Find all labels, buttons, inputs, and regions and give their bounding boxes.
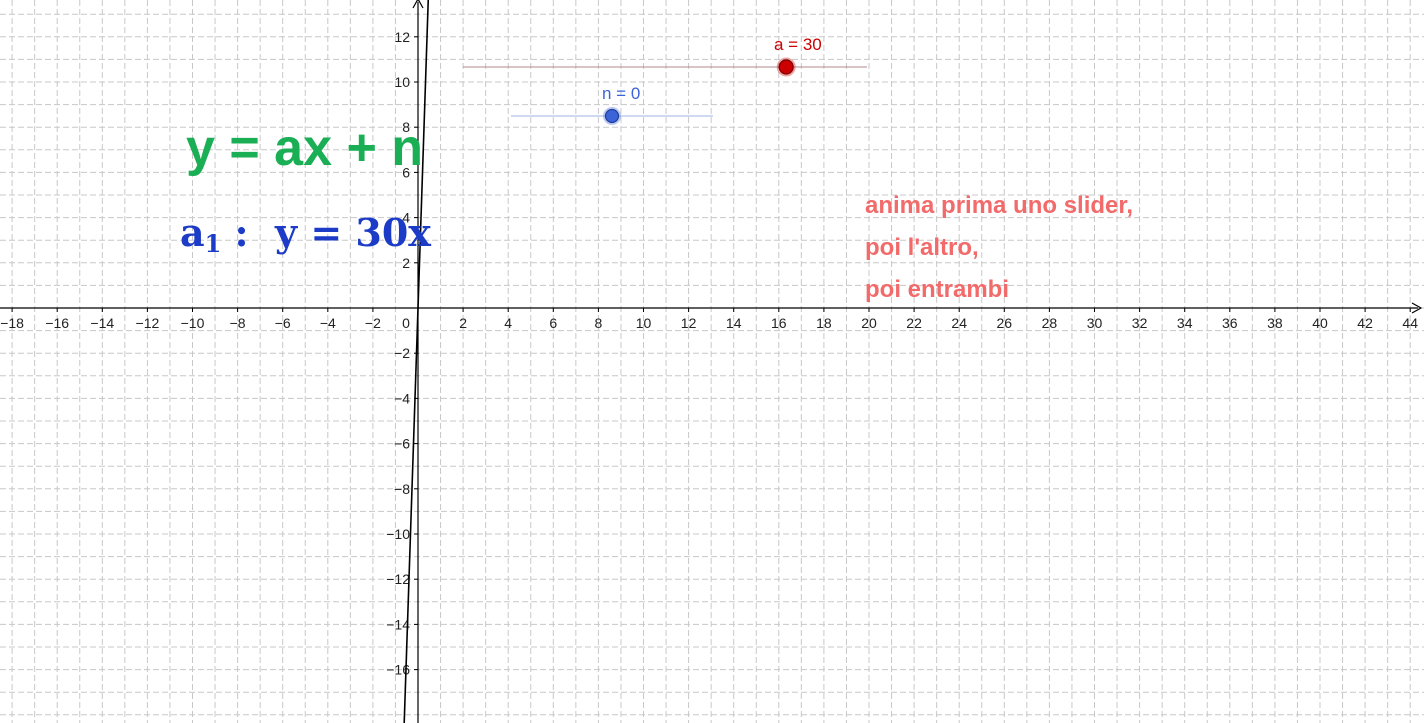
slider-n[interactable] [511,107,713,125]
x-tick-label: 14 [726,315,742,331]
x-tick-label: 26 [997,315,1013,331]
y-tick-label: −8 [394,481,410,497]
x-tick-label: 12 [681,315,697,331]
x-tick-labels: −18 −16 −14 −12 −10 −8 −6 −4 −2 0 2 4 6 8 10 12 14 16 18 20… [0,308,1418,331]
x-tick-label: 22 [906,315,922,331]
function-expression: y = 30x [275,210,431,255]
x-tick-label: 24 [951,315,967,331]
function-name-subscript: 1 [204,229,222,258]
equation-title: y = ax + n [186,119,424,177]
x-tick-label: 36 [1222,315,1238,331]
x-tick-label: 30 [1087,315,1103,331]
y-tick-label: −4 [394,390,410,406]
x-tick-label: −16 [45,315,69,331]
function-separator: : [221,210,276,255]
x-tick-label: −12 [136,315,160,331]
x-tick-label: 18 [816,315,832,331]
x-tick-label: −6 [275,315,291,331]
function-definition: a1 : y = 30x [180,210,431,267]
x-tick-label: 34 [1177,315,1193,331]
x-tick-label: −18 [0,315,24,331]
x-tick-label: −10 [181,315,205,331]
x-tick-label: 42 [1357,315,1373,331]
graphics-view[interactable]: −18 −16 −14 −12 −10 −8 −6 −4 −2 0 2 4 6 8 10 12 14 16 18 20… [0,0,1424,723]
x-tick-label: 6 [549,315,557,331]
slider-n-knob[interactable] [604,108,620,124]
x-tick-label: 44 [1402,315,1418,331]
x-tick-label: 10 [636,315,652,331]
instruction-line-3: poi entrambi [865,276,1010,303]
y-tick-label: −2 [394,345,410,361]
x-tick-label: 28 [1042,315,1058,331]
x-tick-label: 4 [504,315,512,331]
x-tick-label: 8 [595,315,603,331]
x-tick-label: 0 [402,315,410,331]
y-tick-label: −12 [386,571,410,587]
y-tick-label: −10 [386,526,410,542]
slider-n-label: n = 0 [602,84,641,103]
axes [0,0,1423,723]
x-tick-label: 16 [771,315,787,331]
y-tick-label: 12 [394,29,410,45]
x-tick-label: −14 [90,315,114,331]
function-line-a1[interactable] [403,0,430,723]
slider-a-label: a = 30 [774,35,822,54]
x-tick-label: 40 [1312,315,1328,331]
x-tick-label: −2 [365,315,381,331]
y-tick-label: 10 [394,74,410,90]
x-tick-label: −8 [230,315,246,331]
slider-a-knob[interactable] [778,59,794,75]
x-tick-label: 20 [861,315,877,331]
x-tick-label: 2 [459,315,467,331]
grid [0,0,1424,723]
x-tick-label: 38 [1267,315,1283,331]
function-name: a [180,210,205,255]
x-tick-label: 32 [1132,315,1148,331]
y-tick-label: −6 [394,436,410,452]
slider-a[interactable] [463,57,867,77]
instruction-line-2: poi l'altro, [865,234,979,261]
instruction-line-1: anima prima uno slider, [865,192,1134,219]
x-tick-label: −4 [320,315,336,331]
